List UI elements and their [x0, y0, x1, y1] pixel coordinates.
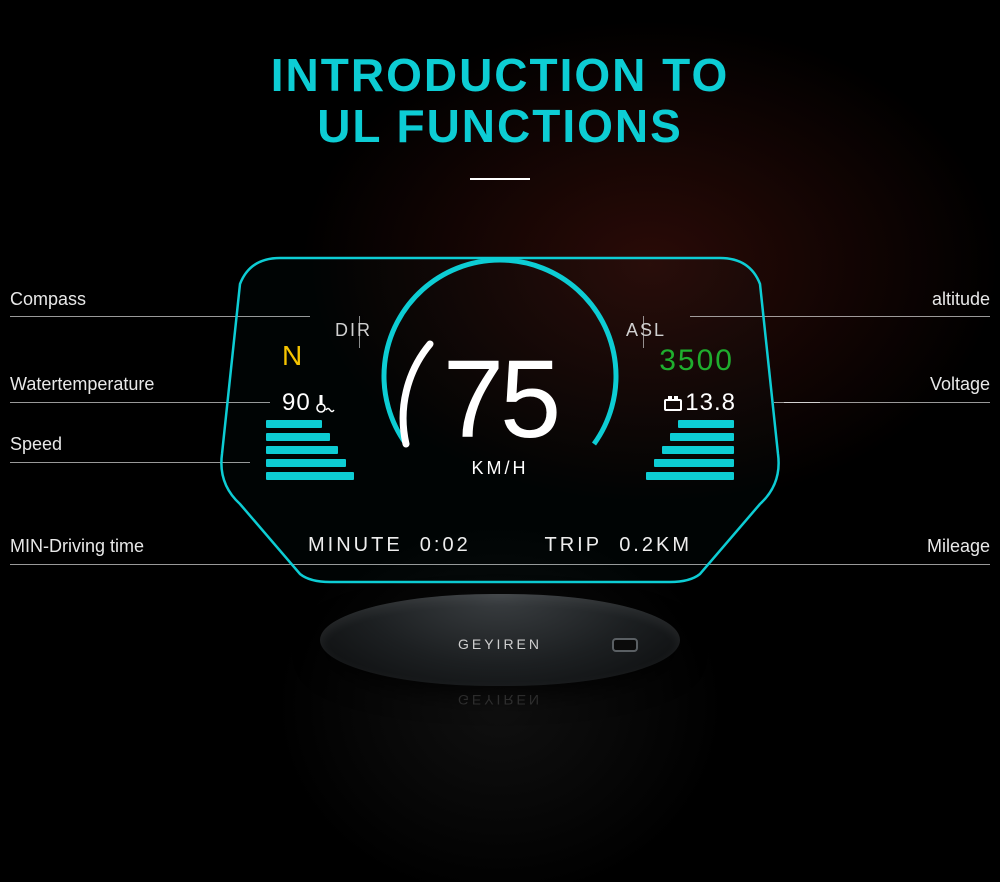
hud-asl-value: 3500	[659, 344, 734, 378]
hud-speed-value: 75	[443, 336, 557, 463]
hud-minute-label: MINUTE	[308, 534, 403, 556]
hud-bottom-row: MINUTE 0:02 TRIP 0.2KM	[308, 534, 692, 557]
hud-speed-unit: KM/H	[472, 458, 529, 479]
title-line2: UL FUNCTIONS	[0, 101, 1000, 152]
label-compass: Compass	[10, 289, 86, 310]
battery-icon	[664, 399, 682, 411]
leader-asl	[643, 316, 644, 348]
rule-speed	[10, 462, 250, 463]
hud-asl-label: ASL	[626, 320, 666, 341]
brand-reflection: GEYIREN	[458, 692, 542, 708]
rule-compass	[10, 316, 310, 317]
hud-left-bars	[266, 420, 354, 480]
rule-altitude	[690, 316, 990, 317]
label-mileage: Mileage	[927, 536, 990, 557]
hud-right-bars	[646, 420, 734, 480]
label-speed: Speed	[10, 434, 62, 455]
hud-trip-label: TRIP	[545, 534, 603, 556]
hud-watertemp-number: 90	[282, 389, 311, 416]
brand-label: GEYIREN	[458, 636, 542, 652]
title-underline	[470, 178, 530, 180]
hud-panel: DIR N ASL 3500 90 13.8 75 KM/H MINUTE 0:…	[220, 254, 780, 584]
usb-port-icon	[612, 638, 638, 652]
label-voltage: Voltage	[930, 374, 990, 395]
label-altitude: altitude	[932, 289, 990, 310]
hud-minute-value: 0:02	[420, 534, 471, 556]
rule-bottom	[10, 564, 990, 565]
hud-glass-outline	[220, 254, 780, 584]
leader-volt	[784, 402, 820, 403]
hud-dir-value: N	[282, 340, 304, 372]
title-line1: INTRODUCTION TO	[271, 49, 729, 101]
label-watertemp: Watertemperature	[10, 374, 154, 395]
hud-trip-value: 0.2KM	[619, 534, 692, 556]
hud-watertemp-value: 90	[282, 389, 339, 421]
hud-voltage-value: 13.8	[664, 389, 736, 417]
hud-voltage-number: 13.8	[685, 389, 736, 416]
hud-minute: MINUTE 0:02	[308, 534, 471, 557]
hud-dir-label: DIR	[335, 320, 372, 341]
leader-dir	[359, 316, 360, 348]
thermometer-icon	[315, 393, 339, 421]
hud-trip: TRIP 0.2KM	[545, 534, 693, 557]
rule-watertemp	[10, 402, 270, 403]
page-title: INTRODUCTION TO UL FUNCTIONS	[0, 50, 1000, 151]
speed-arc	[220, 254, 780, 584]
label-driving-time: MIN-Driving time	[10, 536, 144, 557]
